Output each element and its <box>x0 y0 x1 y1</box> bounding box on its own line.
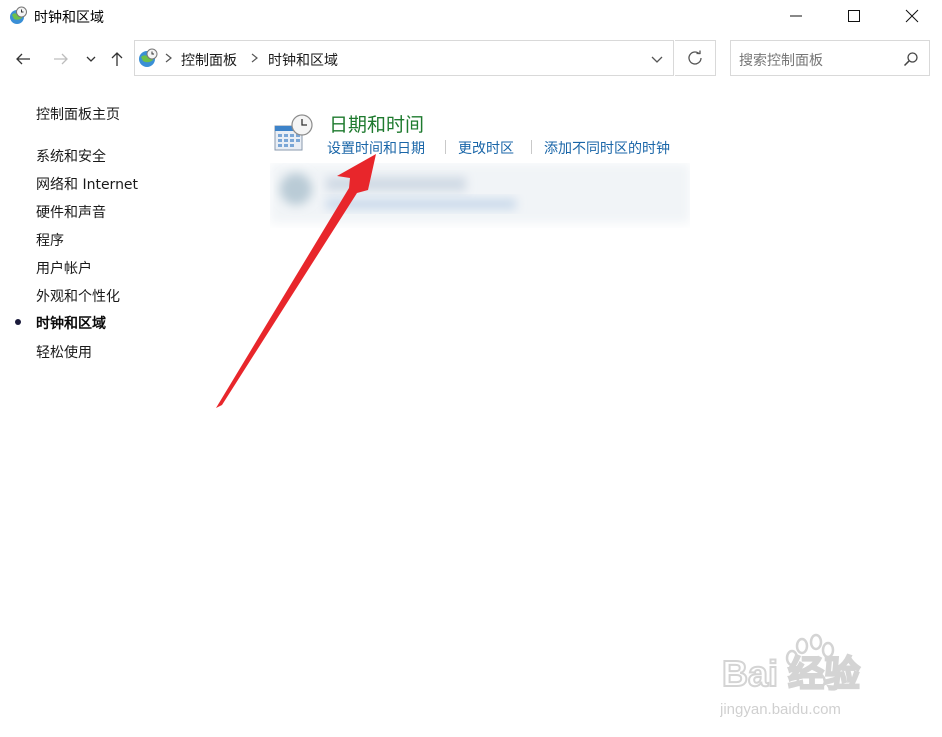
up-button[interactable] <box>104 46 130 72</box>
change-timezone-link[interactable]: 更改时区 <box>458 138 514 158</box>
refresh-button[interactable] <box>675 40 716 76</box>
arrow-right-icon <box>54 53 68 65</box>
sidebar-item-security[interactable]: 系统和安全 <box>36 146 106 166</box>
breadcrumb-clock-region[interactable]: 时钟和区域 <box>268 50 338 70</box>
watermark-brand-text: Bai 经验 <box>722 653 860 694</box>
sidebar-item-clock-region[interactable]: 时钟和区域 <box>36 313 106 333</box>
sidebar-home-link[interactable]: 控制面板主页 <box>36 104 120 124</box>
title-bar: 时钟和区域 <box>0 0 942 32</box>
sidebar-item-network[interactable]: 网络和 Internet <box>36 174 138 194</box>
recent-locations-button[interactable] <box>80 46 102 72</box>
window-title: 时钟和区域 <box>34 10 104 26</box>
chevron-down-icon[interactable] <box>649 51 665 67</box>
search-icon[interactable] <box>903 51 919 67</box>
minimize-icon <box>790 15 802 17</box>
close-button[interactable] <box>883 0 941 32</box>
address-bar[interactable]: 控制面板 时钟和区域 <box>134 40 674 76</box>
annotation-arrow <box>216 154 376 408</box>
navigation-bar: 控制面板 时钟和区域 搜索控制面板 <box>0 38 942 80</box>
link-divider <box>531 140 532 154</box>
maximize-icon <box>848 10 860 22</box>
arrow-left-icon <box>16 53 30 65</box>
maximize-button[interactable] <box>825 0 883 32</box>
chevron-down-icon <box>86 56 96 62</box>
refresh-icon <box>688 50 702 65</box>
baidu-paw-logo: Bai 经验 jingyan.baidu.com <box>720 633 861 718</box>
sidebar-item-appearance[interactable]: 外观和个性化 <box>36 286 120 306</box>
clock-region-icon <box>10 6 27 24</box>
add-clocks-link[interactable]: 添加不同时区的时钟 <box>544 138 670 158</box>
date-time-icon[interactable] <box>273 114 315 154</box>
chevron-right-icon <box>165 53 172 63</box>
breadcrumb-control-panel[interactable]: 控制面板 <box>181 50 237 70</box>
link-divider <box>445 140 446 154</box>
set-time-date-link[interactable]: 设置时间和日期 <box>327 138 425 158</box>
search-input[interactable]: 搜索控制面板 <box>730 40 930 76</box>
sidebar-item-programs[interactable]: 程序 <box>36 230 64 250</box>
baidu-jingyan-watermark: Bai 经验 jingyan.baidu.com <box>720 630 895 720</box>
forward-button[interactable] <box>48 46 74 72</box>
sidebar-item-ease-of-access[interactable]: 轻松使用 <box>36 342 92 362</box>
sidebar-item-user-accounts[interactable]: 用户帐户 <box>36 258 92 278</box>
sidebar-item-hardware-sound[interactable]: 硬件和声音 <box>36 202 106 222</box>
chevron-right-icon <box>251 53 258 63</box>
control-panel-icon <box>139 48 158 67</box>
back-button[interactable] <box>10 46 36 72</box>
watermark-url-text: jingyan.baidu.com <box>720 701 841 718</box>
arrow-up-icon <box>111 52 123 66</box>
active-indicator <box>15 319 21 325</box>
minimize-button[interactable] <box>767 0 825 32</box>
close-icon <box>905 9 919 23</box>
search-placeholder: 搜索控制面板 <box>739 53 823 69</box>
blurred-region-item <box>270 163 690 223</box>
category-title-date-time[interactable]: 日期和时间 <box>329 110 424 137</box>
